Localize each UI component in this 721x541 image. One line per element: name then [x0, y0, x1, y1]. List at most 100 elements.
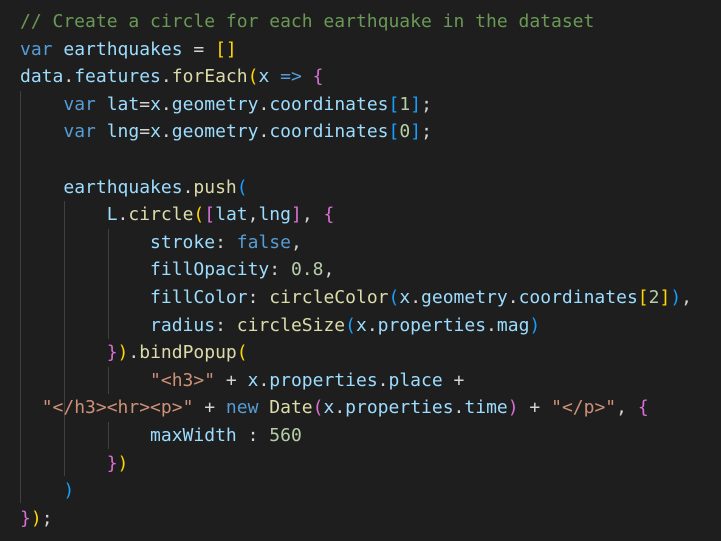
code-line-18[interactable]: )	[20, 477, 692, 505]
token-variable: geometry	[171, 93, 259, 115]
token-punct: .	[366, 314, 378, 336]
token-variable: x	[399, 286, 411, 308]
token-variable: stroke	[150, 231, 216, 253]
token-string: "</h3><hr><p>"	[41, 397, 194, 419]
token-variable: x	[258, 66, 270, 88]
token-function: circleColor	[269, 286, 389, 308]
token-operator: +	[193, 397, 226, 419]
token-bracket-1: ]	[659, 286, 671, 308]
code-line-13[interactable]: }).bindPopup(	[20, 339, 692, 367]
code-line-16[interactable]: maxWidth : 560	[20, 422, 692, 450]
code-line-6[interactable]	[20, 146, 692, 174]
token-variable: lng	[106, 121, 140, 143]
token-punct: .	[410, 286, 422, 308]
token-variable: x	[150, 121, 161, 143]
token-function: bindPopup	[139, 342, 237, 364]
code-line-9[interactable]: stroke: false,	[20, 229, 692, 257]
token-bracket-3: ]	[410, 93, 422, 115]
token-variable: lng	[258, 204, 291, 226]
token-bracket-2: {	[637, 397, 649, 419]
code-line-10[interactable]: fillOpacity: 0.8,	[20, 256, 692, 284]
token-string: "<h3>"	[150, 369, 216, 391]
token-function: circleSize	[236, 314, 346, 336]
code-line-8[interactable]: L.circle([lat,lng], {	[20, 201, 692, 229]
token-punct: ,	[681, 286, 693, 308]
token-punct: .	[258, 121, 270, 143]
token-variable: properties	[377, 314, 487, 336]
token-bracket-1: (	[247, 66, 259, 88]
token-variable: coordinates	[518, 286, 638, 308]
token-punct: :	[236, 424, 270, 446]
code-line-5[interactable]: var lng=x.geometry.coordinates[0];	[20, 118, 692, 146]
token-bracket-2: }	[20, 507, 31, 529]
token-number: 0.8	[290, 259, 324, 281]
token-keyword: var	[20, 38, 53, 60]
token-variable: fillColor	[150, 286, 248, 308]
token-variable: mag	[496, 314, 530, 336]
token-variable: geometry	[421, 286, 508, 308]
token-bracket-1: []	[215, 38, 237, 60]
token-bracket-2: }	[106, 452, 118, 474]
code-line-17[interactable]: })	[20, 450, 692, 478]
code-line-3[interactable]: data.features.forEach(x => {	[20, 63, 692, 91]
token-bracket-3: (	[236, 176, 248, 198]
token-punct: .	[486, 314, 497, 336]
code-line-12[interactable]: radius: circleSize(x.properties.mag)	[20, 312, 692, 340]
code-line-1[interactable]: // Create a circle for each earthquake i…	[20, 8, 692, 36]
token-punct: ;	[41, 507, 53, 529]
token-function: circle	[128, 204, 194, 226]
token-bracket-2: (	[312, 397, 324, 419]
token-punct: :	[215, 231, 237, 253]
token-bracket-2: {	[312, 66, 324, 88]
code-line-15[interactable]: "</h3><hr><p>" + new Date(x.properties.t…	[20, 394, 692, 422]
token-variable: features	[74, 66, 161, 88]
token-keyword: var	[63, 121, 96, 143]
token-punct: .	[258, 93, 270, 115]
token-variable: earthquakes	[63, 38, 183, 60]
token-bracket-3: )	[63, 480, 75, 502]
token-bracket-3: )	[670, 286, 682, 308]
code-area[interactable]: // Create a circle for each earthquake i…	[20, 8, 692, 532]
token-string: "</p>"	[551, 397, 617, 419]
token-variable: time	[464, 397, 508, 419]
token-variable: x	[247, 369, 259, 391]
code-line-7[interactable]: earthquakes.push(	[20, 174, 692, 202]
code-line-2[interactable]: var earthquakes = []	[20, 36, 692, 64]
token-punct: ;	[421, 93, 432, 115]
token-variable: data	[20, 66, 64, 88]
token-punct: .	[334, 397, 346, 419]
code-line-11[interactable]: fillColor: circleColor(x.geometry.coordi…	[20, 284, 692, 312]
token-bracket-1: )	[30, 507, 42, 529]
code-editor[interactable]: // Create a circle for each earthquake i…	[0, 0, 721, 541]
token-punct: .	[453, 397, 465, 419]
token-punct: .	[160, 66, 172, 88]
code-line-4[interactable]: var lat=x.geometry.coordinates[1];	[20, 91, 692, 119]
token-variable: maxWidth	[150, 424, 237, 446]
token-punct: .	[377, 369, 389, 391]
token-variable: earthquakes	[63, 176, 183, 198]
token-comment: // Create a circle for each earthquake i…	[20, 11, 595, 32]
code-line-19[interactable]: });	[20, 505, 692, 533]
token-bracket-1: (	[236, 342, 248, 364]
token-bracket-2: {	[323, 204, 335, 226]
token-bracket-2: }	[106, 342, 118, 364]
token-keyword: =>	[280, 66, 302, 88]
token-punct: ,	[323, 259, 335, 281]
token-punct: :	[247, 286, 270, 308]
token-variable: x	[150, 93, 161, 115]
code-line-14[interactable]: "<h3>" + x.properties.place +	[20, 367, 692, 395]
token-bracket-1: )	[117, 342, 129, 364]
token-punct: .	[117, 204, 129, 226]
